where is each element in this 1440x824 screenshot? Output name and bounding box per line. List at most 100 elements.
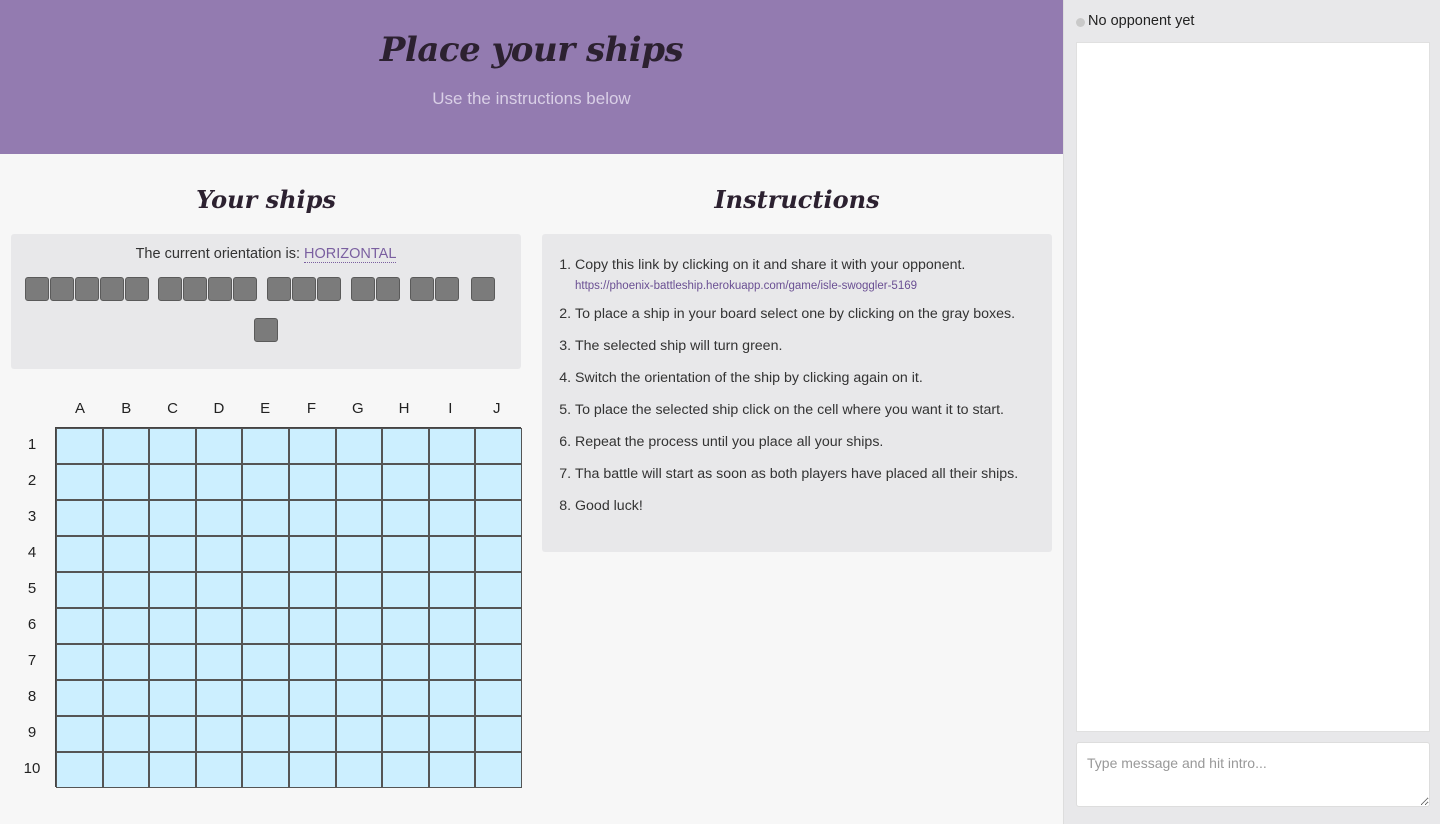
board-cell[interactable] xyxy=(428,464,476,500)
board-cell[interactable] xyxy=(102,572,150,608)
board-cell[interactable] xyxy=(195,536,243,572)
board-cell[interactable] xyxy=(428,608,476,644)
board-cell[interactable] xyxy=(242,716,289,752)
board-cell[interactable] xyxy=(242,680,289,716)
board-cell[interactable] xyxy=(195,716,243,752)
ship-segment[interactable] xyxy=(410,277,434,301)
board-cell[interactable] xyxy=(428,500,476,536)
board-cell[interactable] xyxy=(149,608,196,644)
chat-messages[interactable] xyxy=(1076,42,1430,732)
ship-segment[interactable] xyxy=(25,277,49,301)
board-cell[interactable] xyxy=(102,608,150,644)
ship-2[interactable] xyxy=(351,277,401,301)
board-cell[interactable] xyxy=(56,644,103,680)
board-cell[interactable] xyxy=(382,752,429,788)
board-cell[interactable] xyxy=(242,500,289,536)
board-cell[interactable] xyxy=(195,500,243,536)
board-cell[interactable] xyxy=(149,536,196,572)
board-cell[interactable] xyxy=(242,464,289,500)
board-cell[interactable] xyxy=(382,500,429,536)
board-cell[interactable] xyxy=(56,428,103,464)
board-cell[interactable] xyxy=(56,752,103,788)
board-cell[interactable] xyxy=(56,716,103,752)
board-cell[interactable] xyxy=(195,572,243,608)
board-cell[interactable] xyxy=(195,752,243,788)
board-cell[interactable] xyxy=(149,716,196,752)
board-cell[interactable] xyxy=(242,644,289,680)
board-cell[interactable] xyxy=(242,536,289,572)
share-link[interactable]: https://phoenix-battleship.herokuapp.com… xyxy=(575,277,1035,296)
board-cell[interactable] xyxy=(242,608,289,644)
board-cell[interactable] xyxy=(475,752,522,788)
ship-segment[interactable] xyxy=(158,277,182,301)
board-cell[interactable] xyxy=(475,572,522,608)
board-cell[interactable] xyxy=(335,608,383,644)
ship-2[interactable] xyxy=(410,277,460,301)
board-cell[interactable] xyxy=(475,716,522,752)
board-cell[interactable] xyxy=(102,500,150,536)
board-cell[interactable] xyxy=(195,680,243,716)
ship-segment[interactable] xyxy=(471,277,495,301)
board-cell[interactable] xyxy=(382,608,429,644)
board-cell[interactable] xyxy=(382,644,429,680)
board-cell[interactable] xyxy=(242,428,289,464)
board-cell[interactable] xyxy=(428,716,476,752)
ship-segment[interactable] xyxy=(435,277,459,301)
ship-segment[interactable] xyxy=(376,277,400,301)
board-cell[interactable] xyxy=(288,572,336,608)
board-cell[interactable] xyxy=(102,752,150,788)
ship-segment[interactable] xyxy=(317,277,341,301)
board-cell[interactable] xyxy=(102,428,150,464)
board-cell[interactable] xyxy=(288,680,336,716)
board-cell[interactable] xyxy=(56,536,103,572)
board-cell[interactable] xyxy=(149,464,196,500)
board-cell[interactable] xyxy=(382,572,429,608)
board-cell[interactable] xyxy=(288,752,336,788)
board-cell[interactable] xyxy=(335,536,383,572)
ship-segment[interactable] xyxy=(125,277,149,301)
board-cell[interactable] xyxy=(102,644,150,680)
board-cell[interactable] xyxy=(428,644,476,680)
board-cell[interactable] xyxy=(56,680,103,716)
board-cell[interactable] xyxy=(335,680,383,716)
ship-5[interactable] xyxy=(25,277,150,301)
ship-1[interactable] xyxy=(471,277,496,301)
board-cell[interactable] xyxy=(382,716,429,752)
ship-1[interactable] xyxy=(254,318,279,342)
board-cell[interactable] xyxy=(242,752,289,788)
ship-segment[interactable] xyxy=(351,277,375,301)
board-cell[interactable] xyxy=(288,608,336,644)
board-cell[interactable] xyxy=(102,536,150,572)
board-cell[interactable] xyxy=(195,608,243,644)
board-cell[interactable] xyxy=(288,464,336,500)
board-cell[interactable] xyxy=(335,464,383,500)
board-cell[interactable] xyxy=(149,572,196,608)
board-cell[interactable] xyxy=(475,644,522,680)
ship-segment[interactable] xyxy=(292,277,316,301)
board-cell[interactable] xyxy=(242,572,289,608)
board-cell[interactable] xyxy=(428,752,476,788)
ship-segment[interactable] xyxy=(183,277,207,301)
board-cell[interactable] xyxy=(102,716,150,752)
board-cell[interactable] xyxy=(195,644,243,680)
board-cell[interactable] xyxy=(56,572,103,608)
board-cell[interactable] xyxy=(149,680,196,716)
board-cell[interactable] xyxy=(475,680,522,716)
board-cell[interactable] xyxy=(288,644,336,680)
ship-segment[interactable] xyxy=(233,277,257,301)
board-cell[interactable] xyxy=(56,464,103,500)
ship-segment[interactable] xyxy=(75,277,99,301)
chat-input[interactable] xyxy=(1076,742,1430,807)
board-cell[interactable] xyxy=(382,464,429,500)
board-cell[interactable] xyxy=(56,500,103,536)
board-cell[interactable] xyxy=(382,680,429,716)
board-cell[interactable] xyxy=(102,680,150,716)
board-cell[interactable] xyxy=(475,536,522,572)
board-cell[interactable] xyxy=(102,464,150,500)
board-cell[interactable] xyxy=(335,644,383,680)
board-cell[interactable] xyxy=(382,428,429,464)
board-cell[interactable] xyxy=(475,464,522,500)
board-cell[interactable] xyxy=(475,500,522,536)
board-cell[interactable] xyxy=(335,716,383,752)
board-cell[interactable] xyxy=(428,680,476,716)
